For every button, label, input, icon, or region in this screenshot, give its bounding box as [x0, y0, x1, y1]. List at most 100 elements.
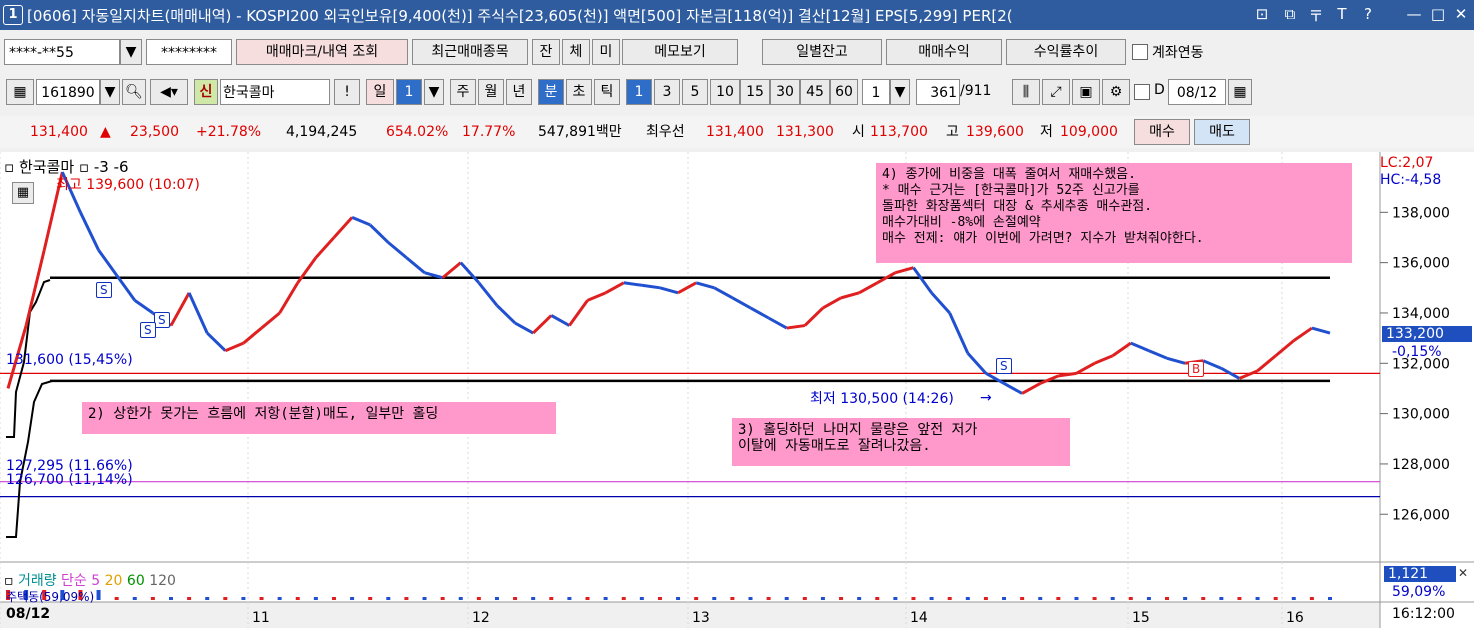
buy-marker[interactable]: B	[1188, 361, 1205, 377]
help-icon[interactable]: ?	[1358, 5, 1378, 23]
volume-bar	[657, 597, 662, 600]
interval-45-button[interactable]: 45	[800, 79, 830, 105]
period-value[interactable]: 1	[396, 79, 422, 105]
return-trend-button[interactable]: 수익률추이	[1006, 39, 1126, 65]
volume-bar	[784, 597, 789, 600]
period-week-button[interactable]: 주	[450, 79, 476, 105]
sell-marker[interactable]: S	[140, 322, 156, 338]
volume-bar	[1092, 597, 1097, 600]
interval-30-button[interactable]: 30	[770, 79, 800, 105]
interval-10-button[interactable]: 10	[710, 79, 740, 105]
volume-bar	[1291, 597, 1296, 600]
gear-icon[interactable]: ⚙	[1102, 79, 1130, 105]
account-field[interactable]: ****-**55	[4, 39, 120, 65]
interval-5-button[interactable]: 5	[682, 79, 708, 105]
date-checkbox[interactable]	[1134, 84, 1150, 100]
period-dropdown[interactable]: ▼	[424, 79, 444, 105]
volume-bar	[1002, 597, 1007, 600]
volume-bar	[1237, 597, 1242, 600]
sell-marker[interactable]: S	[154, 312, 170, 328]
recent-trades-button[interactable]: 최근매매종목	[412, 39, 528, 65]
count-field[interactable]: 1	[862, 79, 890, 105]
sound-icon[interactable]: ◀▾	[150, 79, 188, 105]
trade-profit-button[interactable]: 매매수익	[886, 39, 1002, 65]
volume-close-icon[interactable]: ✕	[1458, 566, 1468, 580]
font-icon[interactable]: T	[1332, 5, 1352, 23]
balance-button[interactable]: 잔	[532, 39, 560, 65]
ma-120-label: 120	[149, 573, 176, 589]
volume-bar	[1165, 597, 1170, 600]
interval-3-button[interactable]: 3	[654, 79, 680, 105]
ma-5-label: 5	[91, 573, 101, 589]
restore-icon[interactable]: ⧉	[1280, 5, 1300, 23]
daily-balance-button[interactable]: 일별잔고	[762, 39, 882, 65]
annotation-3[interactable]: 3) 홀딩하던 나머지 물량은 앞전 저가 이탈에 자동매도로 잘려나갔음.	[732, 418, 1070, 466]
high-label: 고	[946, 124, 959, 140]
maximize-icon[interactable]: □	[1428, 5, 1448, 23]
unfilled-button[interactable]: 미	[592, 39, 620, 65]
annotation-4[interactable]: 4) 종가에 비중을 대폭 줄여서 재매수했음. * 매수 근거는 [한국콜마]…	[876, 163, 1352, 263]
volume-bar	[1255, 597, 1260, 600]
volume-bar	[1309, 597, 1314, 600]
interval-1-button[interactable]: 1	[626, 79, 652, 105]
price-change: 23,500	[130, 124, 179, 140]
pin-icon[interactable]: 〒	[1306, 5, 1326, 26]
hc-label: HC:-4,58	[1380, 172, 1442, 188]
chart-toolbar: ▦ 161890 ▼ 🔍︎ ◀▾ 신 한국콜마 ! 일 1 ▼ 주 월 년 분 …	[0, 76, 1474, 108]
ma-60-label: 60	[126, 573, 145, 589]
account-dropdown[interactable]: ▼	[120, 39, 142, 65]
save-icon[interactable]: ▣	[1072, 79, 1100, 105]
volume-bar	[983, 597, 988, 600]
stock-list-icon[interactable]: ▦	[6, 79, 34, 105]
alert-button[interactable]: !	[334, 79, 360, 105]
volume-bar	[513, 597, 518, 600]
volume-bar	[350, 597, 355, 600]
stock-name-field[interactable]: 한국콜마	[220, 79, 330, 105]
display-count-field[interactable]: 361	[916, 79, 960, 105]
candle-icon[interactable]: ⫼	[1012, 79, 1040, 105]
sell-marker[interactable]: S	[996, 358, 1012, 374]
annotation-2[interactable]: 2) 상한가 못가는 흐름에 저항(분할)매도, 일부만 홀딩	[82, 402, 556, 434]
volume-bar	[422, 597, 427, 600]
period-month-button[interactable]: 월	[478, 79, 504, 105]
minimize-icon[interactable]: —	[1404, 5, 1424, 23]
draw-tool-icon[interactable]: ⤢	[1042, 79, 1070, 105]
account-link-checkbox[interactable]	[1132, 44, 1148, 60]
calendar-icon[interactable]: ▦	[1228, 79, 1252, 105]
sell-button[interactable]: 매도	[1194, 119, 1250, 145]
interval-60-button[interactable]: 60	[830, 79, 858, 105]
chevron-down-icon: ▼	[428, 84, 440, 100]
ma-20-label: 20	[104, 573, 123, 589]
password-field[interactable]: ********	[146, 39, 232, 65]
filled-button[interactable]: 체	[562, 39, 590, 65]
sell-marker[interactable]: S	[96, 282, 112, 298]
volume-bar	[839, 597, 844, 600]
layout-icon[interactable]: ⊡	[1252, 5, 1272, 23]
interval-15-button[interactable]: 15	[740, 79, 770, 105]
stock-code-field[interactable]: 161890	[36, 79, 100, 105]
trade-mark-query-button[interactable]: 매매마크/내역 조회	[236, 39, 408, 65]
period-second-button[interactable]: 초	[566, 79, 592, 105]
search-icon[interactable]: 🔍︎	[122, 79, 146, 105]
change-rate: +21.78%	[196, 124, 262, 140]
period-minute-button[interactable]: 분	[538, 79, 564, 105]
period-day-button[interactable]: 일	[366, 79, 394, 105]
code-dropdown[interactable]: ▼	[100, 79, 120, 105]
quote-bar: 131,400 ▲ 23,500 +21.78% 4,194,245 654.0…	[0, 116, 1474, 148]
volume-bar	[1038, 597, 1043, 600]
volume-bar	[295, 597, 300, 600]
volume-bar	[114, 597, 119, 600]
volume-bar	[331, 597, 336, 600]
date-field[interactable]: 08/12	[1168, 79, 1226, 105]
x-tick-label: 12	[472, 610, 490, 626]
period-tick-button[interactable]: 틱	[594, 79, 620, 105]
close-icon[interactable]: ✕	[1451, 5, 1471, 23]
buy-button[interactable]: 매수	[1134, 119, 1190, 145]
volume-bar	[531, 597, 536, 600]
period-year-button[interactable]: 년	[506, 79, 532, 105]
table-view-icon[interactable]: ▦	[12, 182, 34, 204]
count-dropdown[interactable]: ▼	[890, 79, 910, 105]
high-marker-label: 최고 139,600 (10:07)	[56, 177, 200, 193]
memo-button[interactable]: 메모보기	[622, 39, 738, 65]
volume-bar	[259, 597, 264, 600]
